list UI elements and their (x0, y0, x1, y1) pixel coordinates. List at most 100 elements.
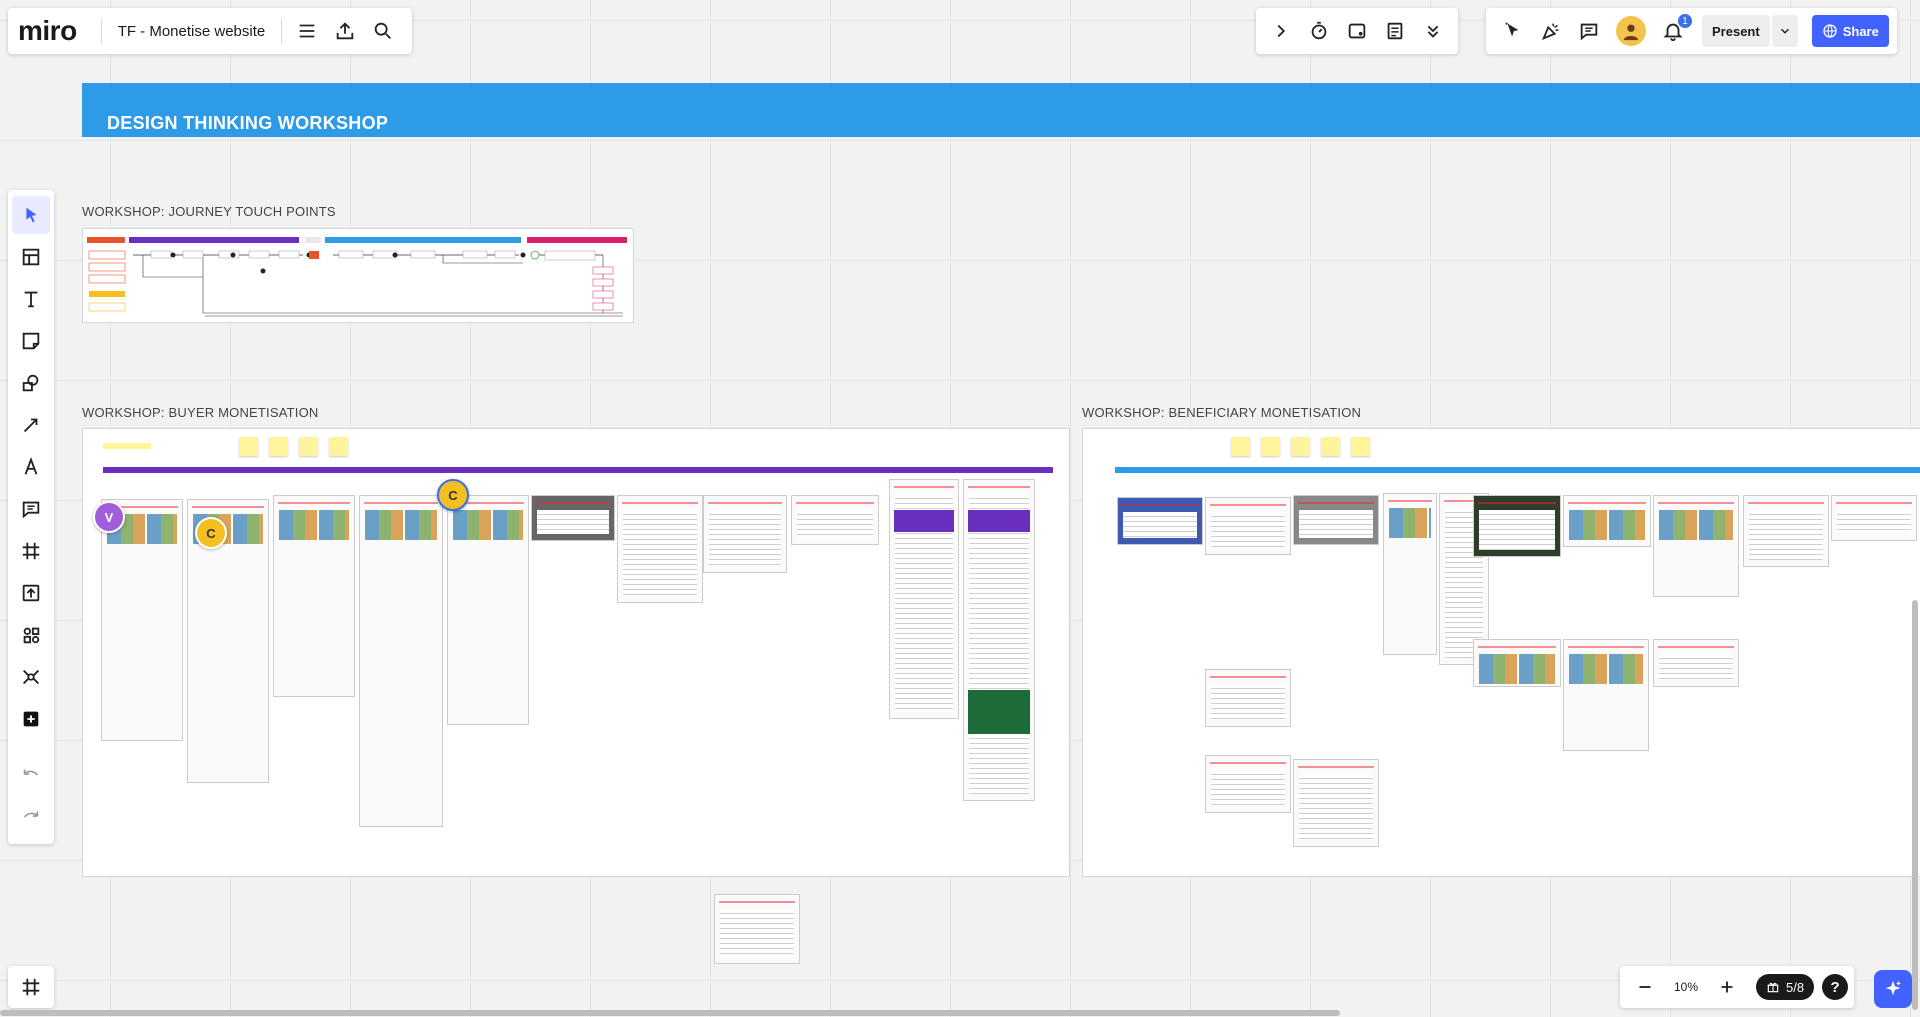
screenshot-checkout[interactable] (791, 495, 879, 545)
screenshot-property[interactable] (1653, 495, 1739, 597)
screenshot-summary[interactable] (1653, 639, 1739, 687)
sticky-note-icon[interactable] (12, 322, 50, 360)
screen-share-icon[interactable] (1338, 12, 1376, 50)
screenshot-my-places[interactable] (1205, 669, 1291, 727)
screenshot-detail[interactable] (359, 495, 443, 827)
frame-beneficiary-monetisation[interactable] (1082, 428, 1920, 877)
horizontal-scrollbar[interactable] (0, 1010, 1340, 1016)
board-title[interactable]: TF - Monetise website (118, 23, 266, 40)
zoom-in-icon[interactable] (1708, 968, 1746, 1006)
journey-bar-5 (527, 237, 627, 243)
gift-icon (1767, 982, 1779, 993)
screenshot-form[interactable] (703, 495, 787, 573)
page-indicator[interactable]: 5/8 (1756, 974, 1815, 1000)
sticky-note[interactable] (1231, 437, 1250, 456)
zoom-level[interactable]: 10% (1664, 980, 1708, 994)
frame-label-journey: WORKSHOP: JOURNEY TOUCH POINTS (82, 204, 336, 219)
notes-icon[interactable] (1376, 12, 1414, 50)
screenshot-home[interactable] (101, 499, 183, 741)
screenshot-settings[interactable] (1743, 495, 1829, 567)
frames-icon (22, 978, 40, 996)
sticky-note[interactable] (299, 437, 318, 456)
sticky-note[interactable] (1351, 437, 1370, 456)
cursor-follow-icon[interactable] (1494, 12, 1532, 50)
frame-journey-touch-points[interactable] (82, 228, 634, 323)
notifications-bell-icon[interactable]: 1 (1654, 12, 1692, 50)
shapes-icon[interactable] (12, 364, 50, 402)
zoom-out-icon[interactable] (1626, 968, 1664, 1006)
journey-bar-4 (325, 237, 521, 243)
screenshot-account[interactable] (1831, 495, 1917, 541)
screenshot-gallery[interactable] (1563, 495, 1651, 547)
miro-logo[interactable]: miro (18, 15, 77, 47)
text-tool-icon[interactable] (12, 280, 50, 318)
screenshot-calendar[interactable] (617, 495, 703, 603)
beneficiary-blue-bar (1115, 467, 1920, 473)
top-right-tools-panel (1256, 8, 1458, 54)
collaborator-cursor[interactable]: C (437, 479, 469, 511)
screenshot-loose[interactable] (714, 894, 800, 964)
globe-icon (1823, 24, 1837, 38)
apps-icon[interactable] (12, 616, 50, 654)
screenshot-list[interactable] (1383, 493, 1437, 655)
templates-icon[interactable] (12, 238, 50, 276)
screenshot-map[interactable] (1473, 639, 1561, 687)
screenshot-packages[interactable] (1205, 755, 1291, 813)
journey-bar-2 (129, 237, 299, 243)
menu-icon[interactable] (288, 12, 326, 50)
pen-icon[interactable] (12, 448, 50, 486)
frames-panel-button[interactable] (8, 966, 54, 1008)
share-button[interactable]: Share (1811, 15, 1889, 47)
screenshot-register[interactable] (1205, 497, 1291, 555)
left-toolbar (8, 190, 54, 844)
screenshot-modal[interactable] (531, 495, 615, 541)
screenshot-results[interactable] (273, 495, 355, 697)
chevron-right-icon[interactable] (1262, 12, 1300, 50)
present-button[interactable]: Present (1702, 15, 1770, 47)
top-right-collab-panel: 1 Present Share (1486, 8, 1897, 54)
comment-tool-icon[interactable] (12, 490, 50, 528)
screenshot-photo[interactable] (1473, 495, 1561, 557)
confirmation-header (894, 510, 954, 532)
vertical-scrollbar[interactable] (1912, 600, 1918, 1010)
celebrate-icon[interactable] (1532, 12, 1570, 50)
screenshot-confirmation[interactable] (889, 479, 959, 719)
collaborator-cursor[interactable]: C (195, 517, 227, 549)
sticky-note[interactable] (269, 437, 288, 456)
screenshot-hero[interactable] (1117, 497, 1203, 545)
email-green-block (968, 690, 1030, 734)
sticky-note[interactable] (1291, 437, 1310, 456)
present-dropdown-chevron-icon[interactable] (1771, 15, 1798, 47)
screenshot-listing[interactable] (447, 495, 529, 725)
sticky-note[interactable] (1261, 437, 1280, 456)
connection-line-icon[interactable] (12, 406, 50, 444)
collaborator-cursor[interactable]: V (93, 501, 125, 533)
frame-buyer-monetisation[interactable]: V C C (82, 428, 1070, 877)
user-avatar[interactable] (1616, 16, 1646, 46)
divider (100, 18, 102, 44)
mind-map-icon[interactable] (12, 658, 50, 696)
select-cursor-icon[interactable] (12, 196, 50, 234)
sticky-note[interactable] (1321, 437, 1340, 456)
sticky-note[interactable] (329, 437, 348, 456)
search-icon[interactable] (364, 12, 402, 50)
notification-count-badge: 1 (1678, 14, 1692, 28)
email-header (968, 510, 1030, 532)
screenshot-detail-2[interactable] (1563, 639, 1649, 751)
timer-icon[interactable] (1300, 12, 1338, 50)
sticky-note[interactable] (239, 437, 258, 456)
share-label: Share (1842, 23, 1879, 39)
frame-tool-icon[interactable] (12, 532, 50, 570)
more-tools-plus-icon[interactable] (12, 700, 50, 738)
redo-icon[interactable] (12, 798, 50, 836)
screenshot-dialog[interactable] (1293, 495, 1379, 545)
comments-icon[interactable] (1570, 12, 1608, 50)
ai-assist-button[interactable] (1874, 970, 1912, 1008)
double-chevron-down-icon[interactable] (1414, 12, 1452, 50)
screenshot-email[interactable] (963, 479, 1035, 801)
undo-icon[interactable] (12, 756, 50, 794)
screenshot-invoice[interactable] (1293, 759, 1379, 847)
upload-tool-icon[interactable] (12, 574, 50, 612)
help-button[interactable]: ? (1822, 974, 1849, 1000)
upload-icon[interactable] (326, 12, 364, 50)
